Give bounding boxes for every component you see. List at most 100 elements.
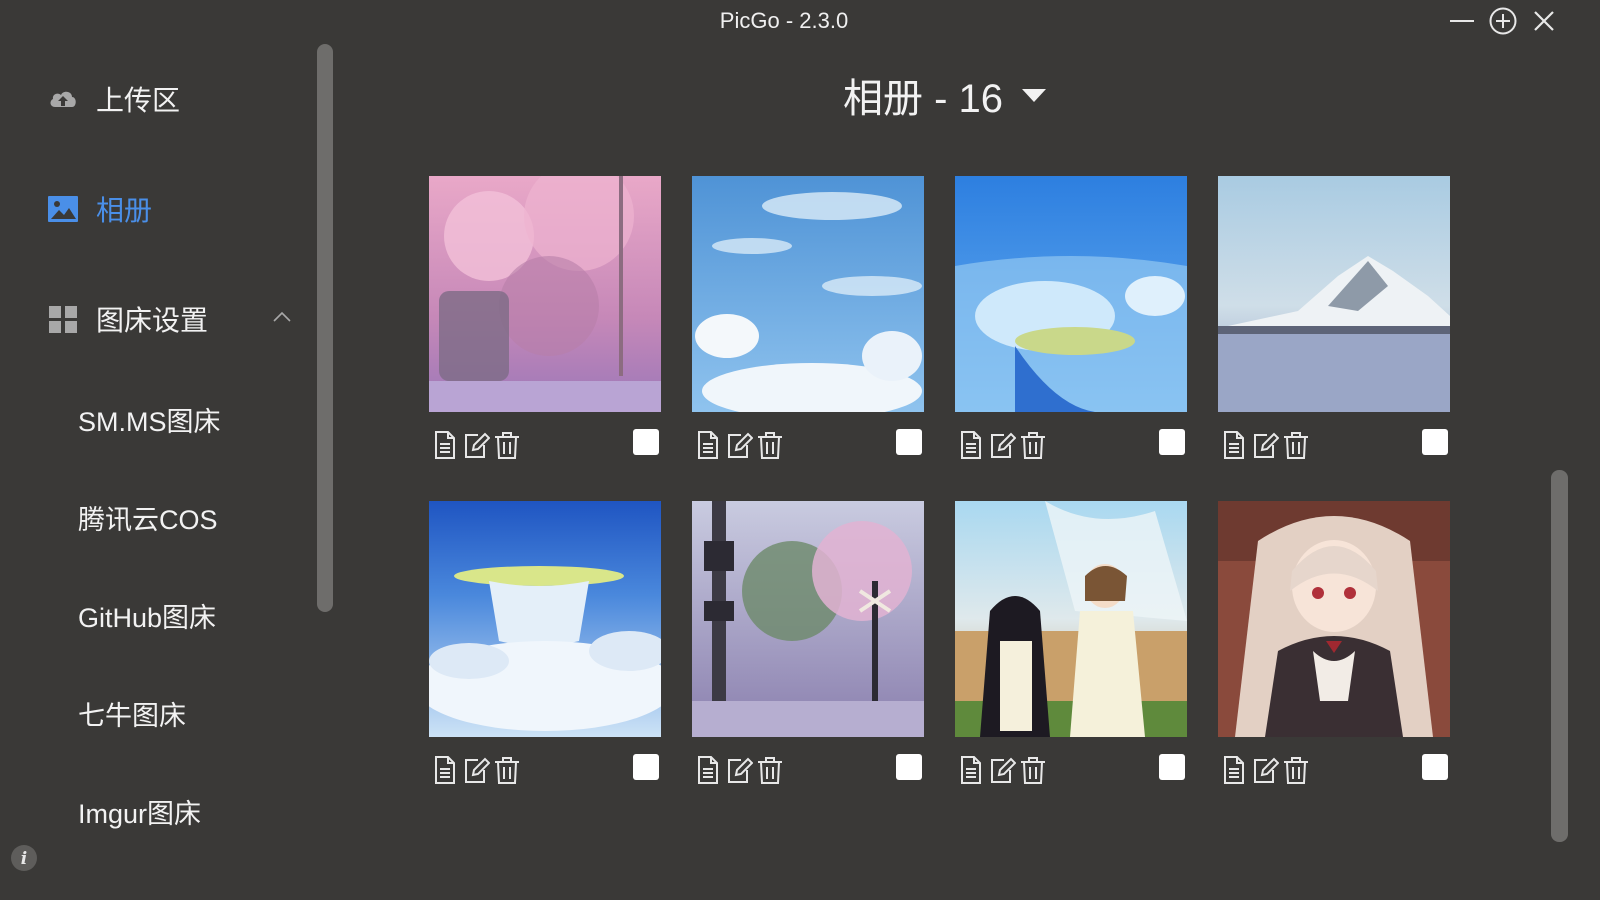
copy-link-button[interactable] [957,755,985,785]
image-actions [955,427,1187,467]
caret-down-icon [1022,89,1047,102]
edit-icon [465,432,491,458]
edit-button[interactable] [988,430,1017,460]
gallery-card [955,501,1187,792]
gallery-card [429,501,661,792]
image-thumbnail[interactable] [955,501,1187,737]
edit-button[interactable] [1251,755,1280,785]
grid-icon [46,302,80,336]
copy-link-button[interactable] [694,430,722,460]
trash-icon [758,757,782,784]
delete-button[interactable] [1019,755,1047,785]
trash-icon [495,432,519,459]
gallery-title-text: 相册 - 16 [843,77,1004,121]
svg-text:i: i [21,849,27,869]
copy-link-button[interactable] [1220,755,1248,785]
edit-button[interactable] [462,430,491,460]
edit-icon [465,757,491,783]
select-checkbox[interactable] [633,754,659,780]
delete-button[interactable] [1282,430,1310,460]
cloud-sea-image [429,501,661,737]
image-actions [1218,752,1450,792]
delete-button[interactable] [493,430,521,460]
railway-crossing-image [692,501,924,737]
select-checkbox[interactable] [1159,429,1185,455]
select-checkbox[interactable] [1422,429,1448,455]
cherry-blossom-image [429,176,661,412]
document-icon [961,756,981,784]
chevron-up-icon [273,311,291,322]
image-actions [955,752,1187,792]
maximize-button[interactable] [1488,6,1518,36]
image-thumbnail[interactable] [1218,501,1450,737]
document-icon [1224,431,1244,459]
delete-button[interactable] [1019,430,1047,460]
sidebar-item-label: 图床设置 [96,305,209,336]
sidebar-subitem-imgur[interactable]: Imgur图床 [78,796,201,832]
edit-button[interactable] [725,430,754,460]
sidebar-item-settings[interactable]: 图床设置 [46,299,296,339]
edit-button[interactable] [462,755,491,785]
gallery-scrollbar[interactable] [1551,470,1568,842]
info-icon[interactable]: i [10,844,38,872]
trash-icon [1284,432,1308,459]
select-checkbox[interactable] [896,429,922,455]
document-icon [698,431,718,459]
gallery-card [692,176,924,467]
gallery-card [1218,501,1450,792]
close-icon [1534,11,1554,31]
image-thumbnail[interactable] [955,176,1187,412]
copy-link-button[interactable] [957,430,985,460]
sidebar-scrollbar[interactable] [317,44,333,612]
image-thumbnail[interactable] [1218,176,1450,412]
edit-button[interactable] [725,755,754,785]
document-icon [435,756,455,784]
select-checkbox[interactable] [633,429,659,455]
image-thumbnail[interactable] [429,501,661,737]
image-actions [692,427,924,467]
plus-circle-icon [1489,7,1517,35]
image-thumbnail[interactable] [692,501,924,737]
picgo-window: PicGo - 2.3.0 上传区 相册 图床设置 SM.MS图床 腾讯云COS… [0,0,1568,882]
sidebar-item-upload[interactable]: 上传区 [46,79,180,119]
document-icon [698,756,718,784]
copy-link-button[interactable] [694,755,722,785]
select-checkbox[interactable] [1159,754,1185,780]
image-thumbnail[interactable] [692,176,924,412]
copy-link-button[interactable] [431,755,459,785]
trash-icon [1021,757,1045,784]
select-checkbox[interactable] [1422,754,1448,780]
sidebar-subitem-tencent-cos[interactable]: 腾讯云COS [78,502,218,538]
trash-icon [1021,432,1045,459]
window-title: PicGo - 2.3.0 [719,8,849,33]
trash-icon [1284,757,1308,784]
edit-button[interactable] [988,755,1017,785]
image-thumbnail[interactable] [429,176,661,412]
trash-icon [495,757,519,784]
document-icon [961,431,981,459]
delete-button[interactable] [1282,755,1310,785]
delete-button[interactable] [756,430,784,460]
minimize-button[interactable] [1447,6,1477,36]
sidebar-subitem-github[interactable]: GitHub图床 [78,600,216,636]
edit-icon [991,757,1017,783]
copy-link-button[interactable] [1220,430,1248,460]
sidebar-subitem-smms[interactable]: SM.MS图床 [78,404,221,440]
close-button[interactable] [1529,6,1559,36]
blue-sky-image [692,176,924,412]
edit-button[interactable] [1251,430,1280,460]
delete-button[interactable] [493,755,521,785]
anime-girls-image [955,501,1187,737]
select-checkbox[interactable] [896,754,922,780]
copy-link-button[interactable] [431,430,459,460]
gallery-card [1218,176,1450,467]
sidebar-item-label: 上传区 [96,85,181,116]
delete-button[interactable] [756,755,784,785]
gallery-card [429,176,661,467]
sidebar: 上传区 相册 图床设置 SM.MS图床 腾讯云COS GitHub图床 七牛图床… [0,44,318,882]
sidebar-item-gallery[interactable]: 相册 [46,189,152,229]
gallery-title[interactable]: 相册 - 16 [843,66,1047,124]
sidebar-subitem-qiniu[interactable]: 七牛图床 [78,698,186,734]
minimize-icon [1450,20,1474,22]
trash-icon [758,432,782,459]
